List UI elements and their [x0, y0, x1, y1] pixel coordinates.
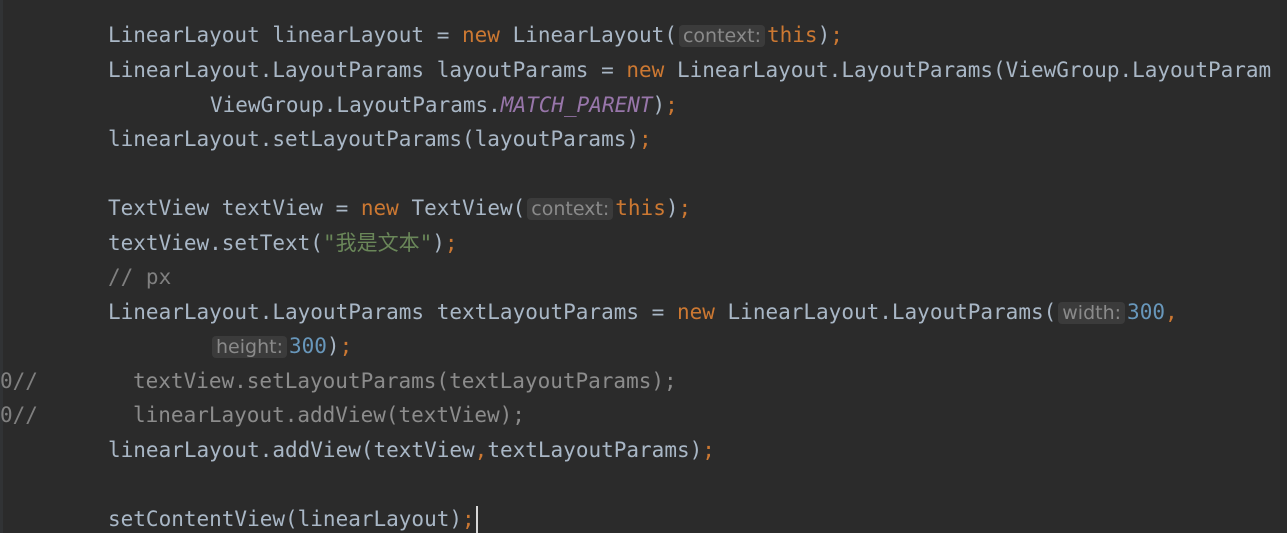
parameter-hint-context: context:: [527, 198, 614, 220]
code-text: LinearLayout.LayoutParams(ViewGroup.Layo…: [664, 58, 1272, 82]
constant-match-parent: MATCH_PARENT: [500, 93, 653, 117]
semicolon: ;: [462, 507, 475, 531]
semicolon: ;: [702, 438, 715, 462]
code-text: LinearLayout.LayoutParams layoutParams =: [108, 58, 627, 82]
code-line-10[interactable]: 0//: [0, 364, 38, 398]
code-text: textView.setLayoutParams(textLayoutParam…: [133, 369, 677, 393]
code-line-8[interactable]: LinearLayout.LayoutParams textLayoutPara…: [108, 295, 1178, 329]
code-text: ): [817, 23, 831, 47]
comma: ,: [1164, 300, 1178, 324]
code-line-7[interactable]: // px: [108, 260, 171, 294]
code-text: ): [326, 334, 340, 358]
code-line-5[interactable]: TextView textView = new TextView(context…: [108, 191, 691, 225]
code-line-13[interactable]: setContentView(linearLayout);: [108, 502, 478, 533]
code-text: ViewGroup.LayoutParams.: [210, 93, 501, 117]
commented-code-11[interactable]: linearLayout.addView(textView);: [133, 398, 525, 432]
code-text: linearLayout.setLayoutParams(layoutParam…: [108, 127, 640, 151]
semicolon: ;: [444, 231, 458, 255]
commented-code-10[interactable]: textView.setLayoutParams(textLayoutParam…: [133, 364, 677, 398]
code-line-11[interactable]: 0//: [0, 398, 38, 432]
keyword-new: new: [626, 58, 665, 82]
keyword-this: this: [766, 23, 818, 47]
code-text: textLayoutParams): [487, 438, 703, 462]
parameter-hint-height: height:: [212, 336, 287, 358]
comma: ,: [474, 438, 488, 462]
code-line-6[interactable]: textView.setText("我是文本");: [108, 226, 458, 260]
code-text: ): [432, 231, 445, 255]
code-text: linearLayout.addView(textView: [108, 438, 475, 462]
line-comment-marker: 0//: [0, 369, 38, 393]
line-comment-marker: 0//: [0, 403, 38, 427]
code-comment: // px: [108, 265, 172, 289]
code-text: LinearLayout linearLayout =: [108, 23, 463, 47]
code-line-4[interactable]: linearLayout.setLayoutParams(layoutParam…: [108, 122, 652, 156]
semicolon: ;: [678, 196, 692, 220]
semicolon: ;: [665, 93, 678, 117]
string-literal: "我是文本": [322, 231, 433, 255]
keyword-new: new: [360, 196, 399, 220]
keyword-this: this: [615, 196, 666, 220]
code-text: LinearLayout.LayoutParams(: [714, 300, 1057, 324]
code-text: LinearLayout(: [499, 23, 677, 47]
code-text: textView.setText(: [108, 231, 323, 255]
semicolon: ;: [830, 23, 843, 47]
code-line-12[interactable]: linearLayout.addView(textView,textLayout…: [108, 433, 715, 467]
number-literal: 300: [288, 334, 327, 358]
gutter: [0, 0, 3, 533]
code-line-1[interactable]: LinearLayout linearLayout = new LinearLa…: [108, 18, 843, 52]
code-text: TextView(: [398, 196, 526, 220]
code-text: LinearLayout.LayoutParams textLayoutPara…: [108, 300, 677, 324]
parameter-hint-width: width:: [1058, 302, 1126, 324]
code-line-9[interactable]: height: 300);: [210, 329, 352, 363]
code-text: ): [665, 196, 679, 220]
semicolon: ;: [339, 334, 353, 358]
keyword-new: new: [462, 23, 500, 47]
number-literal: 300: [1127, 300, 1165, 324]
parameter-hint-context: context:: [678, 25, 765, 47]
code-line-2[interactable]: LinearLayout.LayoutParams layoutParams =…: [108, 53, 1271, 87]
code-text: linearLayout.addView(textView);: [133, 403, 525, 427]
code-editor[interactable]: LinearLayout linearLayout = new LinearLa…: [0, 0, 1287, 533]
code-text: setContentView(linearLayout): [108, 507, 463, 531]
keyword-new: new: [676, 300, 715, 324]
code-text: ): [652, 93, 666, 117]
code-line-3[interactable]: ViewGroup.LayoutParams.MATCH_PARENT);: [210, 88, 678, 122]
code-text: TextView textView =: [108, 196, 361, 220]
text-cursor: [475, 506, 478, 533]
semicolon: ;: [639, 127, 652, 151]
